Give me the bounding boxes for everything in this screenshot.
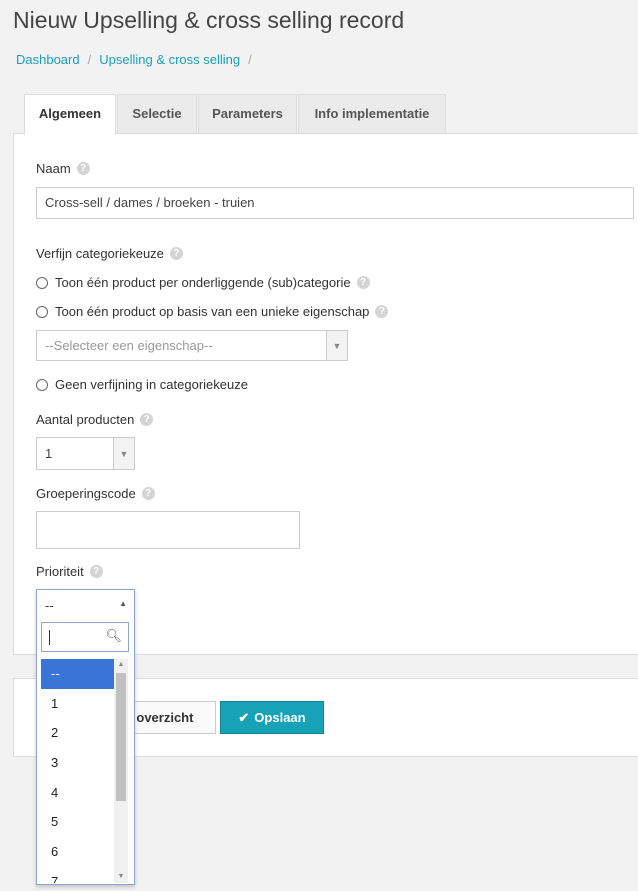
scroll-down-icon[interactable]: ▼ bbox=[114, 871, 128, 883]
dropdown-option[interactable]: 1 bbox=[41, 689, 114, 719]
naam-input[interactable]: Cross-sell / dames / broeken - truien bbox=[36, 187, 634, 219]
chevron-down-icon: ▼ bbox=[326, 331, 347, 360]
eigenschap-select-value: --Selecteer een eigenschap-- bbox=[45, 338, 213, 353]
check-icon: ✔ bbox=[238, 709, 250, 725]
search-icon: 🔍︎ bbox=[105, 628, 122, 643]
naam-label-text: Naam bbox=[36, 161, 71, 176]
radio-button[interactable] bbox=[36, 305, 48, 318]
verfijn-label: Verfijn categoriekeuze ? bbox=[36, 246, 183, 261]
prioriteit-label-text: Prioriteit bbox=[36, 564, 84, 579]
help-icon[interactable]: ? bbox=[89, 565, 103, 578]
prioriteit-options-list: -- 1 2 3 4 5 6 7 bbox=[41, 659, 114, 883]
aantal-label: Aantal producten ? bbox=[36, 412, 154, 427]
aantal-select[interactable]: 1 ▼ bbox=[36, 437, 135, 470]
help-icon[interactable]: ? bbox=[356, 276, 370, 289]
dropdown-option[interactable]: 6 bbox=[41, 837, 114, 867]
radio-eigenschap-label: Toon één product op basis van een unieke… bbox=[55, 304, 370, 319]
tab-parameters[interactable]: Parameters bbox=[198, 94, 297, 133]
tab-algemeen[interactable]: Algemeen bbox=[24, 94, 116, 135]
dropdown-option[interactable]: 7 bbox=[41, 867, 114, 883]
breadcrumb-upselling[interactable]: Upselling & cross selling bbox=[99, 52, 240, 67]
tab-selectie[interactable]: Selectie bbox=[117, 94, 197, 133]
radio-geen-verfijning[interactable]: Geen verfijning in categoriekeuze bbox=[36, 377, 248, 392]
scrollbar-thumb[interactable] bbox=[116, 673, 126, 801]
tab-info-implementatie[interactable]: Info implementatie bbox=[298, 94, 446, 133]
help-icon[interactable]: ? bbox=[169, 247, 183, 260]
radio-subcategorie-label: Toon één product per onderliggende (sub)… bbox=[55, 275, 351, 290]
dropdown-option[interactable]: 2 bbox=[41, 718, 114, 748]
dropdown-option[interactable]: 4 bbox=[41, 778, 114, 808]
dropdown-option[interactable]: 3 bbox=[41, 748, 114, 778]
text-cursor bbox=[49, 630, 50, 645]
breadcrumb-separator: / bbox=[248, 52, 252, 67]
help-icon[interactable]: ? bbox=[76, 162, 90, 175]
radio-subcategorie[interactable]: Toon één product per onderliggende (sub)… bbox=[36, 275, 370, 290]
prioriteit-select-value: -- bbox=[45, 598, 54, 613]
radio-button[interactable] bbox=[36, 378, 48, 391]
aantal-select-value: 1 bbox=[45, 446, 53, 461]
scrollbar[interactable]: ▲ ▼ bbox=[114, 659, 128, 883]
prioriteit-search-input[interactable]: 🔍︎ bbox=[41, 622, 129, 652]
prioriteit-select[interactable]: -- ▲ bbox=[37, 590, 134, 618]
dropdown-option[interactable]: -- bbox=[41, 659, 114, 689]
breadcrumb-dashboard[interactable]: Dashboard bbox=[16, 52, 80, 67]
radio-eigenschap[interactable]: Toon één product op basis van een unieke… bbox=[36, 304, 389, 319]
aantal-label-text: Aantal producten bbox=[36, 412, 135, 427]
naam-label: Naam ? bbox=[36, 161, 90, 176]
help-icon[interactable]: ? bbox=[141, 487, 155, 500]
chevron-down-icon: ▼ bbox=[113, 438, 134, 469]
help-icon[interactable]: ? bbox=[140, 413, 154, 426]
save-button-label: Opslaan bbox=[254, 710, 306, 725]
chevron-up-icon: ▲ bbox=[119, 599, 127, 608]
radio-button[interactable] bbox=[36, 276, 48, 289]
groeperingscode-label-text: Groeperingscode bbox=[36, 486, 136, 501]
dropdown-option[interactable]: 5 bbox=[41, 807, 114, 837]
groeperingscode-input[interactable] bbox=[36, 511, 300, 549]
scroll-up-icon[interactable]: ▲ bbox=[114, 659, 128, 671]
breadcrumb: Dashboard / Upselling & cross selling / bbox=[16, 52, 260, 67]
groeperingscode-label: Groeperingscode ? bbox=[36, 486, 155, 501]
save-button[interactable]: ✔ Opslaan bbox=[220, 701, 324, 734]
help-icon[interactable]: ? bbox=[375, 305, 389, 318]
radio-geen-verfijning-label: Geen verfijning in categoriekeuze bbox=[55, 377, 248, 392]
page-title: Nieuw Upselling & cross selling record bbox=[13, 7, 405, 33]
prioriteit-select-dropdown[interactable]: -- ▲ 🔍︎ -- 1 2 3 4 5 6 7 ▲ ▼ bbox=[36, 589, 135, 885]
eigenschap-select[interactable]: --Selecteer een eigenschap-- ▼ bbox=[36, 330, 348, 361]
verfijn-label-text: Verfijn categoriekeuze bbox=[36, 246, 164, 261]
prioriteit-label: Prioriteit ? bbox=[36, 564, 103, 579]
breadcrumb-separator: / bbox=[87, 52, 92, 67]
